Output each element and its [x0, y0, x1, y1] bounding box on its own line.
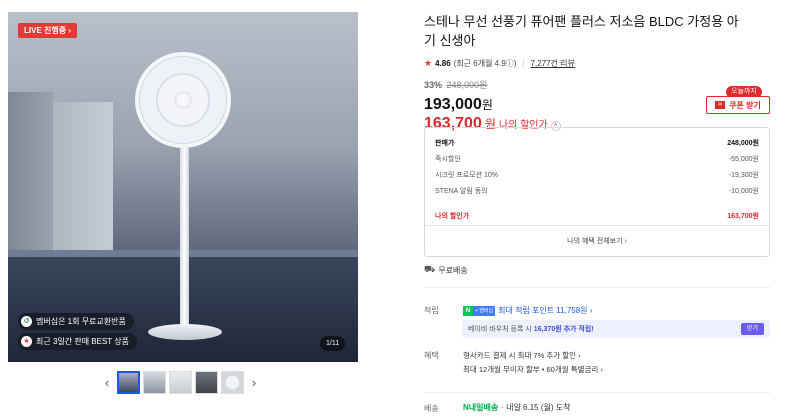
image-counter: 1/11 [320, 336, 346, 351]
discount-percent: 33% [424, 80, 443, 90]
chevron-right-icon: › [68, 26, 71, 35]
fan-head [135, 52, 231, 148]
sale-price-value: 193,000 [424, 96, 482, 113]
divider: | [522, 59, 525, 68]
original-price: 248,000원 [446, 80, 488, 90]
breakdown-value: -10,000원 [728, 188, 759, 195]
chip-label: 최근 3일간 판매 BEST 상품 [36, 337, 129, 346]
breakdown-total-label: 나의 할인가 [435, 213, 470, 220]
breakdown-row: 즉시할인 -55,000원 [435, 154, 759, 164]
breakdown-value: -55,000원 [728, 156, 759, 163]
rating-row: ★ 4.86 (최근 6개월 4.9ⓘ) | 7,277건 리뷰 [424, 58, 776, 69]
breakdown-total-row: 나의 할인가 163,700원 [435, 211, 759, 221]
thumbnail-strip: ‹ › [100, 369, 261, 395]
view-all-benefits-link[interactable]: 나의 혜택 전체보기 › [425, 236, 769, 246]
free-shipping: ⛟ 무료배송 [424, 264, 468, 276]
product-image[interactable] [8, 12, 358, 362]
fan-base [148, 324, 222, 340]
points-text: 최대 적립 포인트 11,758원 › [498, 306, 593, 315]
prev-thumb-arrow-icon[interactable]: ‹ [100, 375, 114, 390]
divider [424, 392, 770, 393]
thumbnail-2[interactable] [143, 370, 166, 394]
rating-value: 4.86 [435, 59, 451, 68]
breakdown-label: STENA 알림 동의 [435, 188, 488, 195]
promo-highlight: 16,370원 추가 적립! [533, 326, 594, 333]
naver-pay-icon: N + 멤버십 [463, 305, 496, 316]
delivery-text: · 내일 6.15 (월) 도착 [501, 403, 571, 412]
thumbnail-1[interactable] [117, 370, 140, 394]
voucher-promo-banner[interactable]: 베이비 바우처 등록 시 16,370원 추가 적립! 받기 [462, 320, 770, 338]
delivery-label: 배송 [424, 404, 439, 413]
coupon-button[interactable]: ✕ 쿠폰 받기 [706, 96, 770, 114]
truck-icon: ⛟ [424, 264, 436, 274]
points-label: 적립 [424, 306, 439, 315]
product-info: 스테나 무선 선풍기 퓨어팬 플러스 저소음 BLDC 가정용 아기 신생아 ★… [424, 12, 776, 133]
breakdown-label: 즉시할인 [435, 156, 461, 163]
discount-line: 33% 248,000원 [424, 78, 776, 91]
review-count-link[interactable]: 7,277건 리뷰 [531, 58, 575, 69]
thumbnail-3[interactable] [169, 370, 192, 394]
breakdown-row: STENA 알림 동의 -10,000원 [435, 186, 759, 196]
live-badge[interactable]: LIVE 진행중 › [18, 23, 77, 38]
card-discount-link[interactable]: 형사카드 결제 시 최대 7% 추가 할인 › [463, 350, 581, 361]
next-thumb-arrow-icon[interactable]: › [247, 375, 261, 390]
free-shipping-label: 무료배송 [438, 265, 468, 275]
divider [424, 287, 770, 288]
benefits-label: 혜택 [424, 351, 439, 360]
breakdown-value: -19,300원 [728, 172, 759, 179]
thumbnail-5[interactable] [221, 370, 244, 394]
star-icon: ★ [424, 58, 433, 68]
price-breakdown: 판매가 248,000원 즉시할인 -55,000원 시크릿 프로모션 10% … [424, 127, 770, 257]
breakdown-label: 판매가 [435, 140, 455, 147]
delivery-info: N내일배송 · 내일 6.15 (월) 도착 [463, 402, 570, 413]
breakdown-total-value: 163,700원 [727, 213, 759, 220]
promo-receive-button[interactable]: 받기 [740, 323, 764, 335]
breakdown-row: 판매가 248,000원 [435, 138, 759, 148]
breakdown-value: 248,000원 [727, 140, 759, 147]
best-seller-chip: ★ 최근 3일간 판매 BEST 상품 [18, 333, 137, 350]
breakdown-row: 시크릿 프로모션 10% -19,300원 [435, 170, 759, 180]
award-icon: ★ [21, 336, 32, 347]
return-icon: ↺ [21, 316, 32, 327]
chip-label: 멤버십은 1회 무료교환반품 [36, 317, 126, 326]
fan-pole [180, 148, 189, 328]
next-day-delivery-badge: N내일배송 [463, 403, 499, 412]
product-title: 스테나 무선 선풍기 퓨어팬 플러스 저소음 BLDC 가정용 아기 신생아 [424, 14, 739, 48]
coupon-button-label: 쿠폰 받기 [729, 100, 761, 110]
live-badge-label: LIVE 진행중 [24, 26, 67, 35]
membership-return-chip: ↺ 멤버십은 1회 무료교환반품 [18, 313, 134, 330]
sale-price-unit: 원 [481, 98, 493, 112]
divider [425, 225, 769, 226]
breakdown-label: 시크릿 프로모션 10% [435, 172, 498, 179]
rating-detail: (최근 6개월 4.9ⓘ) [453, 59, 517, 68]
promo-text: 베이비 바우처 등록 시 [468, 326, 532, 333]
points-link[interactable]: N + 멤버십 최대 적립 포인트 11,758원 › [463, 305, 592, 316]
coupon-icon: ✕ [715, 101, 726, 109]
installment-link[interactable]: 최대 12개월 무이자 할부 • 60개월 특별금리 › [463, 364, 603, 375]
thumbnail-4[interactable] [195, 370, 218, 394]
